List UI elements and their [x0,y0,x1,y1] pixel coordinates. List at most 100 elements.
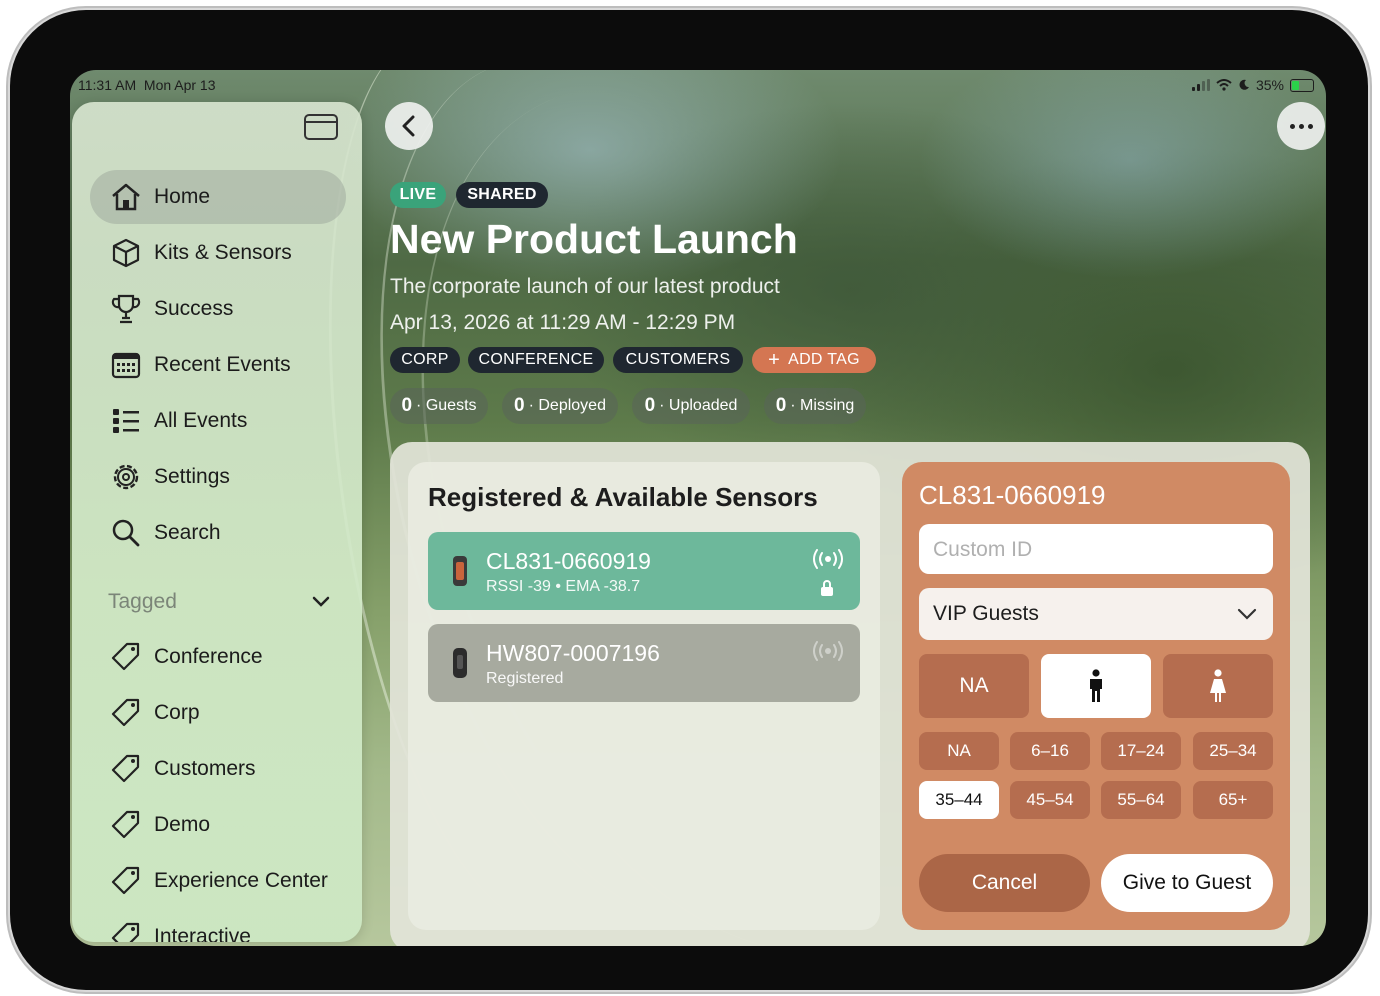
sidebar-item-all-events[interactable]: All Events [90,394,346,448]
signal-icon [1191,79,1210,91]
status-indicators: 35% [1191,77,1314,93]
status-time: 11:31 AM Mon Apr 13 [78,77,216,93]
sidebar-tag-demo[interactable]: Demo [90,798,346,852]
stat-label: · Guests [416,397,477,414]
sidebar-item-label: Search [154,521,221,544]
chevron-left-icon [402,115,415,137]
age-button-6-16[interactable]: 6–16 [1010,732,1090,770]
sensor-device-icon [450,554,470,593]
sidebar-item-kits-sensors[interactable]: Kits & Sensors [90,226,346,280]
sidebar-item-label: All Events [154,409,248,432]
sensor-row-registered[interactable]: HW807-0007196 Registered [428,624,860,702]
signal-broadcast-icon [810,548,846,575]
female-icon [1210,669,1226,702]
status-date: Mon Apr 13 [143,77,216,93]
sidebar-item-success[interactable]: Success [90,282,346,336]
battery-percent: 35% [1255,77,1284,93]
cube-icon [106,238,146,268]
sidebar-tag-interactive[interactable]: Interactive [90,910,346,942]
back-button[interactable] [385,102,433,150]
gender-na-label: NA [959,674,989,697]
sidebar-tag-label: Customers [154,757,256,780]
tag-corp[interactable]: CORP [390,347,460,373]
event-datetime: Apr 13, 2026 at 11:29 AM - 12:29 PM [390,311,736,334]
sidebar-tag-conference[interactable]: Conference [90,630,346,684]
sensor-subtitle: Registered [486,670,564,687]
tagged-label: Tagged [108,590,177,613]
sidebar-tag-corp[interactable]: Corp [90,686,346,740]
status-bar: 11:31 AM Mon Apr 13 35% [70,70,1326,98]
sensor-name: HW807-0007196 [486,640,660,666]
age-button-17-24[interactable]: 17–24 [1101,732,1181,770]
search-icon [106,518,146,548]
ipad-frame: 11:31 AM Mon Apr 13 35% Home Kits & Sens… [10,10,1368,990]
sidebar-item-label: Home [154,185,211,208]
battery-icon [1290,78,1314,92]
sensor-device-icon [450,646,470,685]
sidebar-tag-label: Demo [154,813,211,836]
sidebar-tag-customers[interactable]: Customers [90,742,346,796]
stat-guests: 0 · Guests [390,388,488,424]
sidebar-tag-label: Interactive [154,925,251,942]
gender-female-button[interactable] [1163,654,1273,718]
sidebar-tag-experience-center[interactable]: Experience Center [90,854,346,908]
stat-count: 0 [775,395,787,416]
custom-id-input[interactable]: Custom ID [919,524,1273,574]
trophy-icon [106,293,146,325]
tag-icon [106,809,146,841]
age-button-65-plus[interactable]: 65+ [1193,781,1273,819]
more-options-button[interactable] [1277,102,1325,150]
stat-missing: 0 · Missing [764,388,866,424]
tag-icon [106,921,146,942]
add-tag-button[interactable]: + ADD TAG [752,347,876,373]
cancel-button[interactable]: Cancel [919,854,1090,912]
main-panel: Registered & Available Sensors CL831-066… [390,442,1310,946]
sensor-name: CL831-0660919 [486,548,651,574]
sidebar-item-label: Recent Events [154,353,291,376]
ellipsis-dot [1307,123,1313,129]
age-button-25-34[interactable]: 25–34 [1193,732,1273,770]
tag-icon [106,641,146,673]
sensors-card: Registered & Available Sensors CL831-066… [408,462,880,930]
custom-id-placeholder: Custom ID [933,538,1033,561]
age-button-55-64[interactable]: 55–64 [1101,781,1181,819]
age-button-45-54[interactable]: 45–54 [1010,781,1090,819]
gender-male-button[interactable] [1041,654,1151,718]
chevron-down-icon [312,596,330,607]
tagged-section-header[interactable]: Tagged [108,590,330,614]
give-to-guest-button[interactable]: Give to Guest [1101,854,1273,912]
tag-conference[interactable]: CONFERENCE [468,347,604,373]
sidebar-item-search[interactable]: Search [90,506,346,560]
sidebar-item-label: Settings [154,465,230,488]
sidebar-item-recent-events[interactable]: Recent Events [90,338,346,392]
stat-deployed: 0 · Deployed [502,388,618,424]
sensor-row-active[interactable]: CL831-0660919 RSSI -39 • EMA -38.7 [428,532,860,610]
add-tag-label: ADD TAG [788,351,860,368]
ellipsis-icon [1289,123,1295,129]
assign-guest-card: CL831-0660919 Custom ID VIP Guests NA NA… [902,462,1290,930]
sidebar-toggle-icon[interactable] [304,114,338,140]
stat-label: · Missing [790,397,855,414]
wifi-icon [1216,79,1232,91]
status-clock: 11:31 AM [78,77,137,93]
age-button-35-44[interactable]: 35–44 [919,781,999,819]
tag-customers[interactable]: CUSTOMERS [613,347,743,373]
moon-icon [1239,79,1249,90]
screen: 11:31 AM Mon Apr 13 35% Home Kits & Sens… [70,70,1326,946]
sidebar-item-home[interactable]: Home [90,170,346,224]
gender-na-button[interactable]: NA [919,654,1029,718]
sidebar-item-settings[interactable]: Settings [90,450,346,504]
home-icon [106,182,146,212]
ellipsis-dot [1298,123,1304,129]
list-icon [106,407,146,435]
stat-count: 0 [644,395,656,416]
age-button-na[interactable]: NA [919,732,999,770]
lock-icon [820,580,834,601]
tag-icon [106,865,146,897]
signal-broadcast-icon [810,640,846,667]
stat-count: 0 [514,395,525,416]
tag-icon [106,753,146,785]
tag-icon [106,697,146,729]
guest-group-select[interactable]: VIP Guests [919,588,1273,640]
stat-uploaded: 0 · Uploaded [632,388,750,424]
